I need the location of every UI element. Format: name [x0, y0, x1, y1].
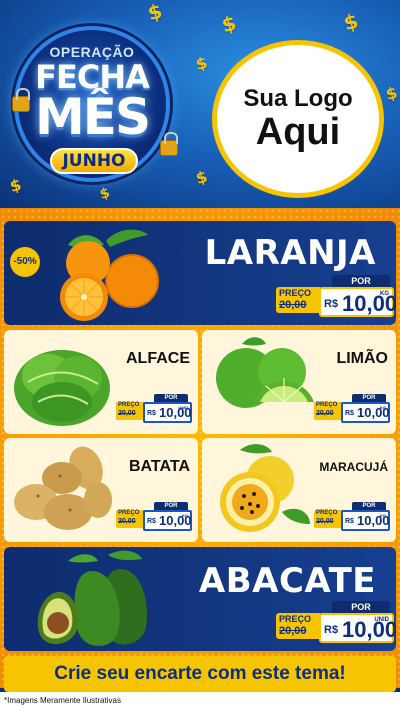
campaign-line3: MÊS — [35, 88, 151, 146]
discount-badge: -50% — [10, 247, 40, 277]
por-label: POR — [154, 502, 188, 510]
por-label: POR — [154, 394, 188, 402]
product-panel-abacate: ABACATE POR PREÇO 20,00 R$ 10,00 UNID — [4, 547, 396, 651]
unit-label: UNID — [374, 617, 389, 623]
currency-label: R$ — [345, 518, 354, 525]
campaign-month: JUNHO — [50, 148, 138, 174]
preco-label: PREÇO — [279, 288, 312, 298]
product-name: MARACUJÁ — [319, 460, 388, 474]
promo-banner: Crie seu encarte com este tema! — [4, 656, 396, 692]
padlock-icon — [160, 132, 178, 156]
old-price: 20,00 — [279, 299, 307, 311]
product-card-limao: LIMÃO POR PREÇO 20,00 R$ 10,00 KG — [202, 330, 396, 434]
price-tag: POR PREÇO 20,00 R$ 10,00 KG — [314, 502, 390, 532]
currency-label: R$ — [324, 624, 339, 636]
price-tag: POR PREÇO 20,00 R$ 10,00 KG — [276, 275, 396, 319]
currency-label: R$ — [147, 518, 156, 525]
dollar-decor: $ — [145, 0, 165, 26]
lettuce-icon — [14, 350, 110, 426]
price-tag: POR PREÇO 20,00 R$ 10,00 KG — [314, 394, 390, 424]
passion-fruit-icon — [220, 444, 310, 532]
old-price: 20,00 — [316, 518, 334, 525]
currency-label: R$ — [147, 410, 156, 417]
dollar-decor: $ — [219, 10, 239, 38]
preco-label: PREÇO — [316, 510, 338, 516]
footer: *Imagens Meramente Ilustrativas — [0, 692, 400, 711]
unit-label: KG — [380, 291, 389, 297]
product-card-maracuja: MARACUJÁ POR PREÇO 20,00 R$ 10,00 KG — [202, 438, 396, 542]
product-card-alface: ALFACE POR PREÇO 20,00 R$ 10,00 UNID — [4, 330, 198, 434]
price-tag: POR PREÇO 20,00 R$ 10,00 UNID — [116, 394, 192, 424]
header: $ $ $ $ $ $ $ $ OPERAÇÃO FECHA MÊS JUNHO… — [0, 0, 400, 208]
lime-icon — [216, 337, 314, 408]
currency-label: R$ — [345, 410, 354, 417]
preco-label: PREÇO — [118, 510, 140, 516]
logo-line1: Sua Logo — [243, 84, 353, 112]
price-tag: POR PREÇO 20,00 R$ 10,00 UNID — [276, 601, 396, 645]
product-card-batata: BATATA POR PREÇO 20,00 R$ 10,00 KG — [4, 438, 198, 542]
product-name: BATATA — [128, 458, 190, 475]
unit-label: KG — [182, 513, 188, 518]
product-name: ALFACE — [126, 350, 190, 367]
disclaimer: *Imagens Meramente Ilustrativas — [4, 696, 121, 705]
product-panel-laranja: -50% LARANJA POR PREÇO 20,00 R$ 10,00 KG — [4, 221, 396, 325]
preco-label: PREÇO — [316, 402, 338, 408]
preco-label: PREÇO — [279, 614, 312, 624]
unit-label: KG — [380, 405, 386, 410]
unit-label: KG — [380, 513, 386, 518]
orange-icon — [60, 229, 159, 321]
product-name: LARANJA — [204, 233, 376, 273]
preco-label: PREÇO — [118, 402, 140, 408]
logo-placeholder: Sua Logo Aqui — [212, 40, 384, 198]
por-label: POR — [352, 502, 386, 510]
dollar-decor: $ — [193, 52, 210, 75]
logo-line2: Aqui — [255, 110, 341, 153]
padlock-icon — [12, 88, 30, 112]
old-price: 20,00 — [118, 410, 136, 417]
old-price: 20,00 — [279, 625, 307, 637]
old-price: 20,00 — [118, 518, 136, 525]
dollar-decor: $ — [341, 8, 361, 36]
old-price: 20,00 — [316, 410, 334, 417]
unit-label: UNID — [178, 405, 188, 410]
product-name: ABACATE — [198, 561, 376, 601]
dollar-decor: $ — [193, 166, 210, 189]
dollar-decor: $ — [383, 82, 400, 105]
potato-icon — [14, 446, 112, 530]
currency-label: R$ — [324, 298, 339, 310]
campaign-badge: OPERAÇÃO FECHA MÊS JUNHO — [14, 26, 170, 182]
dollar-decor: $ — [7, 174, 24, 197]
dollar-decor: $ — [98, 185, 112, 203]
price-tag: POR PREÇO 20,00 R$ 10,00 KG — [116, 502, 192, 532]
avocado-icon — [37, 550, 147, 646]
por-label: POR — [352, 394, 386, 402]
product-name: LIMÃO — [336, 350, 388, 367]
